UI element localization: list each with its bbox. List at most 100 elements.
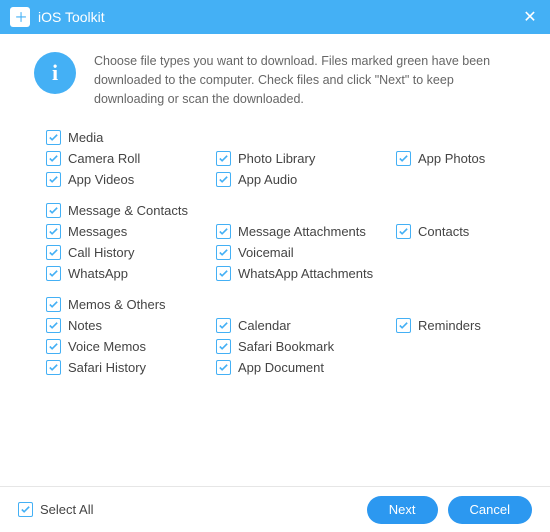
cancel-button[interactable]: Cancel <box>448 496 532 524</box>
group-header-label: Memos & Others <box>68 297 166 312</box>
file-type-groups: Media Camera Roll Photo Library App Photos A… <box>28 130 522 375</box>
checkbox-box <box>216 224 231 239</box>
file-type-checkbox[interactable]: Photo Library <box>216 151 396 166</box>
file-type-label: WhatsApp Attachments <box>238 266 373 281</box>
check-icon <box>48 153 59 164</box>
file-type-checkbox[interactable]: Messages <box>46 224 216 239</box>
info-text: Choose file types you want to download. … <box>94 52 522 108</box>
file-type-label: Voice Memos <box>68 339 146 354</box>
file-type-checkbox[interactable]: App Audio <box>216 172 396 187</box>
group-grid: Messages Message Attachments Contacts Call … <box>46 224 522 281</box>
group-grid: Camera Roll Photo Library App Photos App Vi… <box>46 151 522 187</box>
checkbox-box <box>46 360 61 375</box>
blank-cell <box>396 339 516 354</box>
checkbox-box <box>216 172 231 187</box>
checkbox-box <box>396 151 411 166</box>
file-type-label: Messages <box>68 224 127 239</box>
check-icon <box>218 226 229 237</box>
file-type-checkbox[interactable]: Camera Roll <box>46 151 216 166</box>
check-icon <box>48 268 59 279</box>
file-type-checkbox[interactable]: Notes <box>46 318 216 333</box>
file-type-label: Voicemail <box>238 245 294 260</box>
checkbox-box <box>216 245 231 260</box>
file-type-label: App Audio <box>238 172 297 187</box>
file-type-checkbox[interactable]: App Videos <box>46 172 216 187</box>
checkbox-box <box>46 266 61 281</box>
checkbox-box <box>46 224 61 239</box>
group-header-checkbox[interactable]: Message & Contacts <box>46 203 522 218</box>
check-icon <box>218 247 229 258</box>
checkbox-box <box>18 502 33 517</box>
check-icon <box>48 174 59 185</box>
checkbox-box <box>46 297 61 312</box>
file-type-checkbox[interactable]: Voicemail <box>216 245 396 260</box>
checkbox-box <box>46 151 61 166</box>
group-header-label: Message & Contacts <box>68 203 188 218</box>
file-type-checkbox[interactable]: Reminders <box>396 318 516 333</box>
file-type-label: Notes <box>68 318 102 333</box>
group: Message & Contacts Messages Message Attach… <box>46 203 522 281</box>
checkbox-box <box>396 224 411 239</box>
check-icon <box>48 205 59 216</box>
select-all-checkbox[interactable]: Select All <box>18 502 93 517</box>
check-icon <box>218 153 229 164</box>
checkbox-box <box>216 151 231 166</box>
checkbox-box <box>46 130 61 145</box>
close-icon[interactable]: ✕ <box>520 7 540 27</box>
check-icon <box>48 362 59 373</box>
check-icon <box>48 132 59 143</box>
checkbox-box <box>46 339 61 354</box>
check-icon <box>398 226 409 237</box>
info-row: i Choose file types you want to download… <box>28 52 522 108</box>
group-header-label: Media <box>68 130 103 145</box>
file-type-checkbox[interactable]: App Document <box>216 360 396 375</box>
file-type-label: Call History <box>68 245 134 260</box>
file-type-label: Safari History <box>68 360 146 375</box>
app-icon <box>10 7 30 27</box>
file-type-label: WhatsApp <box>68 266 128 281</box>
file-type-label: Message Attachments <box>238 224 366 239</box>
checkbox-box <box>216 266 231 281</box>
check-icon <box>48 341 59 352</box>
file-type-checkbox[interactable]: Calendar <box>216 318 396 333</box>
next-button[interactable]: Next <box>367 496 438 524</box>
file-type-label: App Photos <box>418 151 485 166</box>
file-type-checkbox[interactable]: Safari Bookmark <box>216 339 396 354</box>
file-type-checkbox[interactable]: App Photos <box>396 151 516 166</box>
file-type-checkbox[interactable]: WhatsApp Attachments <box>216 266 396 281</box>
checkbox-box <box>46 318 61 333</box>
file-type-label: Contacts <box>418 224 469 239</box>
file-type-checkbox[interactable]: WhatsApp <box>46 266 216 281</box>
file-type-label: Calendar <box>238 318 291 333</box>
file-type-checkbox[interactable]: Message Attachments <box>216 224 396 239</box>
file-type-checkbox[interactable]: Safari History <box>46 360 216 375</box>
checkbox-box <box>46 245 61 260</box>
group-header-checkbox[interactable]: Memos & Others <box>46 297 522 312</box>
file-type-label: Camera Roll <box>68 151 140 166</box>
checkbox-box <box>46 172 61 187</box>
group-header-checkbox[interactable]: Media <box>46 130 522 145</box>
footer: Select All Next Cancel <box>0 486 550 532</box>
checkbox-box <box>216 339 231 354</box>
content: i Choose file types you want to download… <box>0 34 550 375</box>
blank-cell <box>396 245 516 260</box>
file-type-checkbox[interactable]: Call History <box>46 245 216 260</box>
info-icon: i <box>34 52 76 94</box>
checkbox-box <box>216 318 231 333</box>
check-icon <box>48 299 59 310</box>
file-type-label: Safari Bookmark <box>238 339 334 354</box>
file-type-label: App Document <box>238 360 324 375</box>
file-type-label: Reminders <box>418 318 481 333</box>
file-type-label: App Videos <box>68 172 134 187</box>
check-icon <box>398 153 409 164</box>
check-icon <box>218 174 229 185</box>
file-type-checkbox[interactable]: Contacts <box>396 224 516 239</box>
file-type-label: Photo Library <box>238 151 315 166</box>
check-icon <box>48 226 59 237</box>
group: Memos & Others Notes Calendar Reminders Voic… <box>46 297 522 375</box>
file-type-checkbox[interactable]: Voice Memos <box>46 339 216 354</box>
group: Media Camera Roll Photo Library App Photos A… <box>46 130 522 187</box>
titlebar: iOS Toolkit ✕ <box>0 0 550 34</box>
check-icon <box>48 320 59 331</box>
check-icon <box>20 504 31 515</box>
